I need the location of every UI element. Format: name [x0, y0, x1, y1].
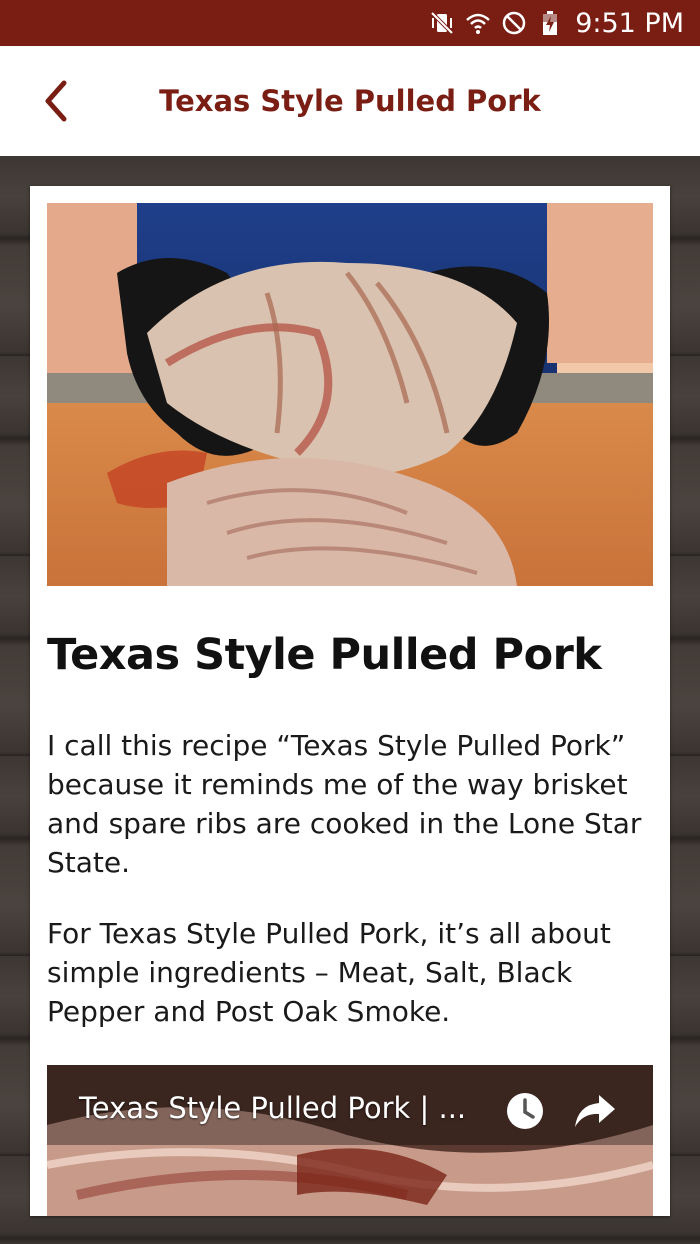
- chevron-left-icon: [45, 80, 67, 122]
- hero-image: [47, 203, 653, 586]
- share-icon: [575, 1095, 615, 1127]
- watch-later-button[interactable]: [503, 1089, 547, 1133]
- video-thumbnail: [47, 1065, 653, 1216]
- article-title: Texas Style Pulled Pork: [47, 630, 602, 680]
- vibrate-icon: [429, 10, 455, 36]
- watch-later-icon: [507, 1093, 543, 1129]
- share-button[interactable]: [573, 1091, 617, 1131]
- battery-icon: [537, 10, 563, 36]
- clock: 9:51 PM: [575, 7, 684, 39]
- wifi-icon: [465, 10, 491, 36]
- status-bar: 9:51 PM: [0, 0, 700, 46]
- back-button[interactable]: [26, 72, 84, 130]
- do-not-disturb-icon: [501, 10, 527, 36]
- article-paragraph: I call this recipe “Texas Style Pulled P…: [47, 729, 642, 879]
- video-embed[interactable]: Texas Style Pulled Pork | ...: [47, 1065, 653, 1216]
- article-card: Texas Style Pulled Pork I call this reci…: [30, 186, 670, 1216]
- article-paragraph: For Texas Style Pulled Pork, it’s all ab…: [47, 917, 611, 1028]
- video-title: Texas Style Pulled Pork | ...: [79, 1091, 467, 1125]
- app-bar: Texas Style Pulled Pork: [0, 46, 700, 156]
- page-title: Texas Style Pulled Pork: [159, 84, 541, 118]
